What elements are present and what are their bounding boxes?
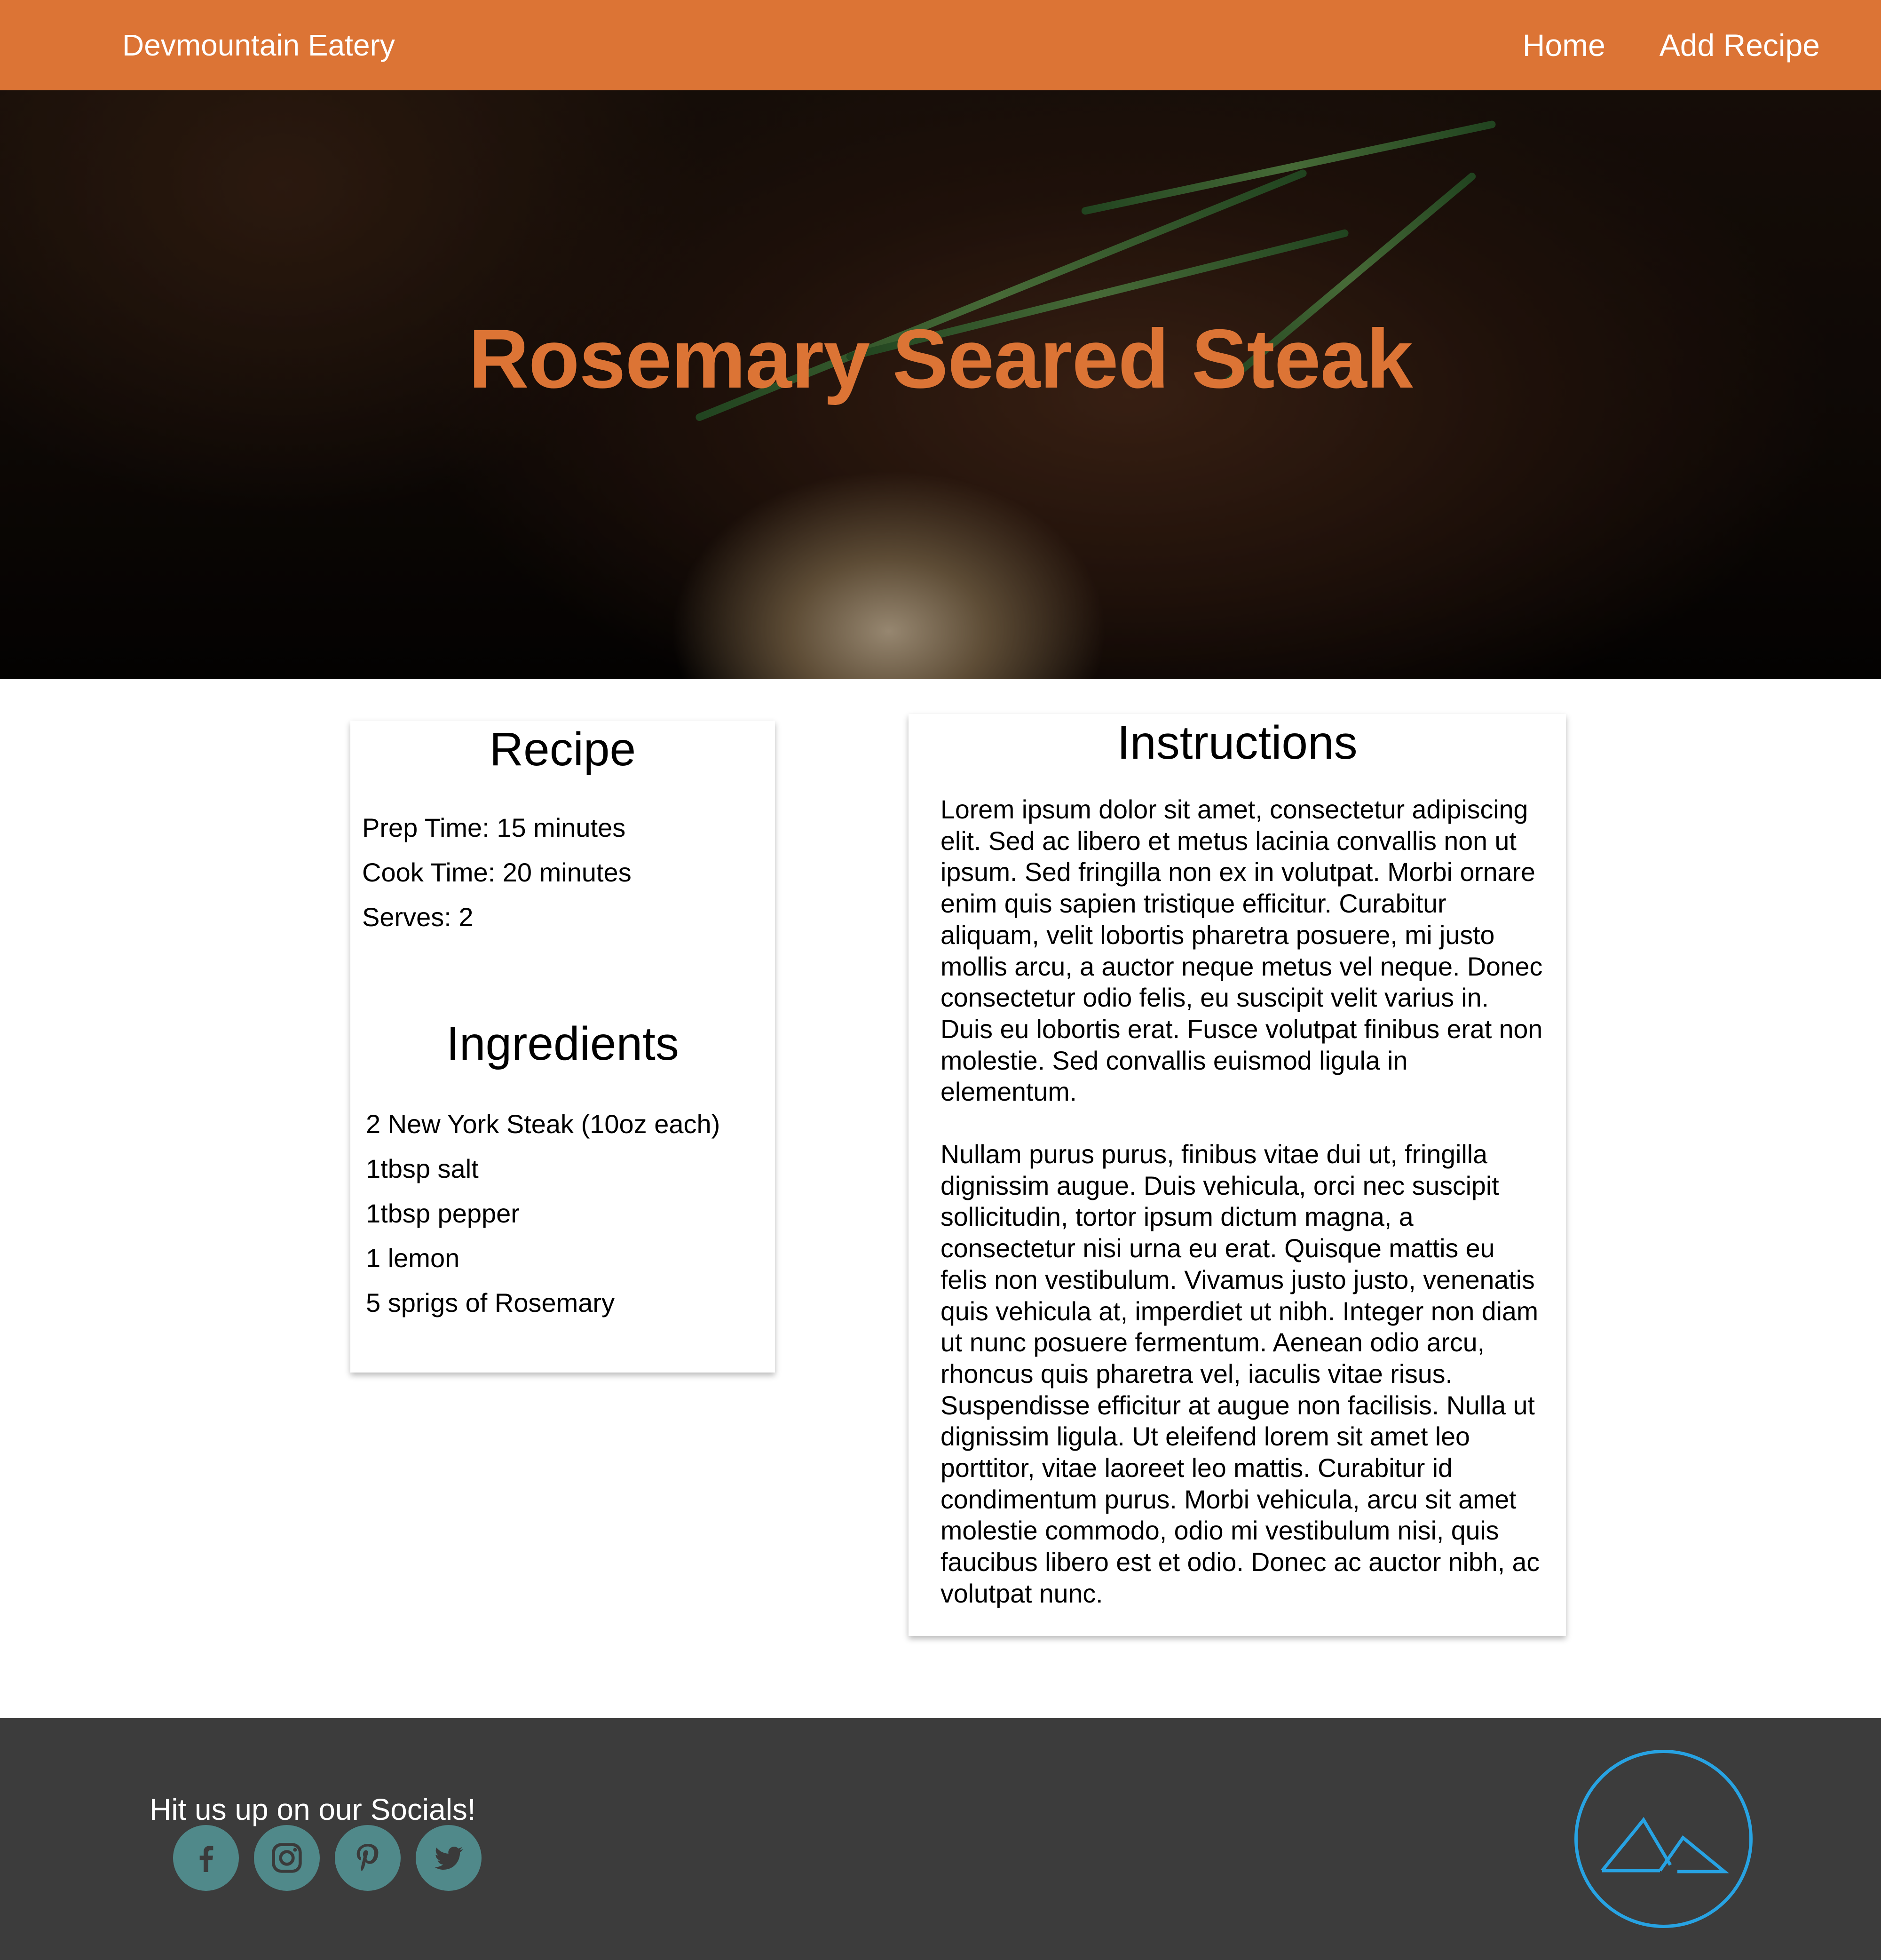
twitter-icon[interactable] bbox=[416, 1825, 482, 1891]
social-title: Hit us up on our Socials! bbox=[150, 1793, 476, 1826]
instructions-paragraph: Nullam purus purus, finibus vitae dui ut… bbox=[940, 1140, 1540, 1608]
list-item: 1tbsp salt bbox=[366, 1154, 479, 1183]
recipe-title: Rosemary Seared Steak bbox=[468, 312, 1413, 405]
list-item: 5 sprigs of Rosemary bbox=[366, 1288, 615, 1317]
nav-add-recipe-link[interactable]: Add Recipe bbox=[1660, 27, 1820, 63]
instructions-paragraph: Lorem ipsum dolor sit amet, consectetur … bbox=[940, 795, 1543, 1107]
recipe-info-list: Prep Time: 15 minutes Cook Time: 20 minu… bbox=[362, 812, 632, 946]
nav-home-link[interactable]: Home bbox=[1523, 27, 1605, 63]
cook-time: Cook Time: 20 minutes bbox=[362, 857, 632, 887]
instructions-text: Lorem ipsum dolor sit amet, consectetur … bbox=[940, 794, 1547, 1641]
facebook-icon[interactable] bbox=[173, 1825, 239, 1891]
brand-name[interactable]: Devmountain Eatery bbox=[122, 28, 1469, 63]
social-links bbox=[173, 1825, 497, 1891]
prep-time: Prep Time: 15 minutes bbox=[362, 813, 626, 842]
instructions-card: Instructions Lorem ipsum dolor sit amet,… bbox=[909, 714, 1566, 1636]
footer: Hit us up on our Socials! bbox=[0, 1718, 1881, 1960]
devmountain-logo-icon bbox=[1574, 1750, 1753, 1928]
instructions-heading: Instructions bbox=[1117, 716, 1358, 769]
ingredients-heading: Ingredients bbox=[446, 1017, 679, 1070]
recipe-card: Recipe Prep Time: 15 minutes Cook Time: … bbox=[350, 721, 775, 1373]
pinterest-icon[interactable] bbox=[335, 1825, 401, 1891]
top-navbar: Devmountain Eatery Home Add Recipe bbox=[0, 0, 1881, 90]
instagram-icon[interactable] bbox=[254, 1825, 320, 1891]
recipe-heading: Recipe bbox=[489, 723, 636, 776]
list-item: 1tbsp pepper bbox=[366, 1198, 520, 1228]
serves: Serves: 2 bbox=[362, 902, 474, 932]
list-item: 1 lemon bbox=[366, 1243, 460, 1273]
list-item: 2 New York Steak (10oz each) bbox=[366, 1109, 720, 1139]
ingredients-list: 2 New York Steak (10oz each) 1tbsp salt … bbox=[366, 1109, 720, 1332]
hero-banner: Rosemary Seared Steak bbox=[0, 90, 1881, 679]
